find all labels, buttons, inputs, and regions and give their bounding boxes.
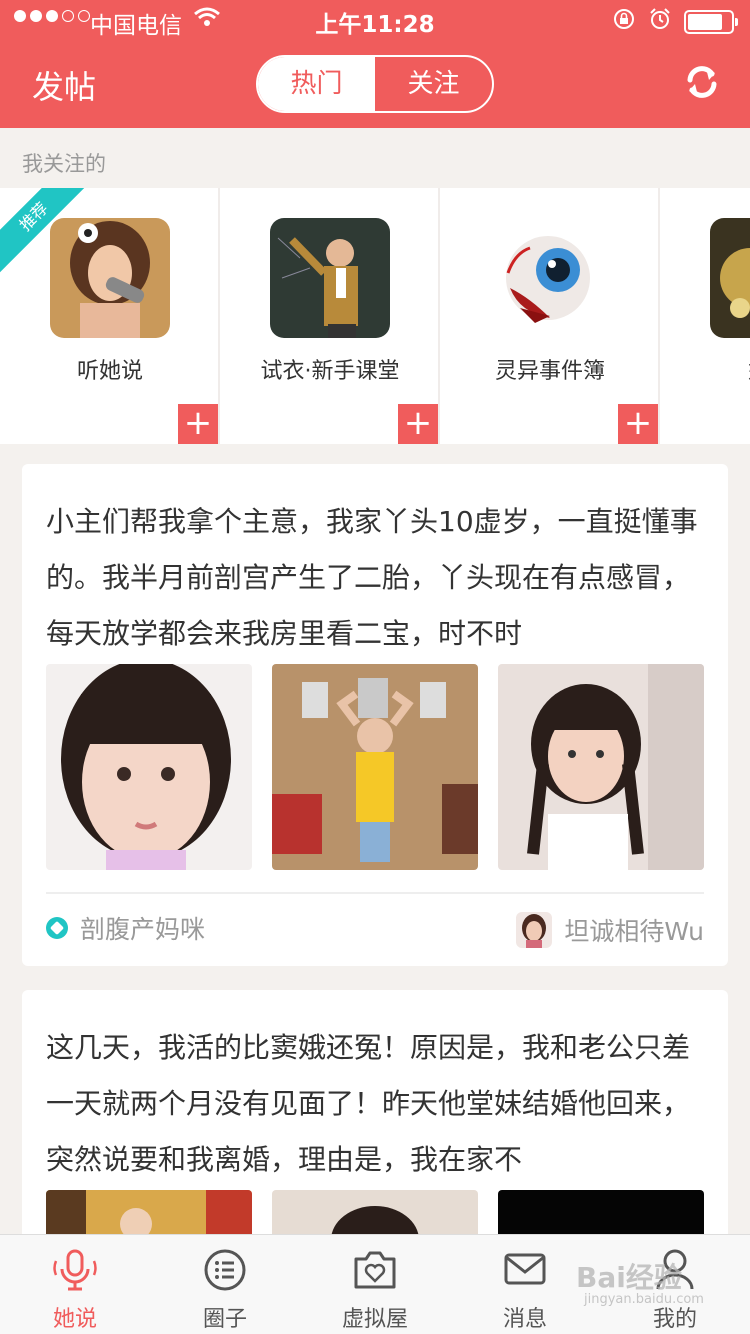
post-tag[interactable]: 剖腹产妈咪 — [46, 910, 205, 946]
post-card[interactable]: 这几天，我活的比窦娥还冤！原因是，我和老公只差一天就两个月没有见面了！昨天他堂妹… — [22, 990, 728, 1334]
refresh-icon[interactable] — [682, 62, 722, 106]
mail-icon — [504, 1253, 546, 1285]
follow-add-button[interactable]: + — [398, 404, 438, 444]
post-button[interactable]: 发帖 — [32, 62, 96, 108]
rotation-lock-icon — [612, 7, 636, 37]
follow-add-button[interactable]: + — [178, 404, 218, 444]
post-images — [46, 664, 704, 870]
tab-virtual-house[interactable]: 虚拟屋 — [300, 1235, 450, 1334]
post-text: 小主们帮我拿个主意，我家丫头10虚岁，一直挺懂事的。我半月前剖宫产生了二胎，丫头… — [46, 505, 698, 650]
circle-avatar — [710, 218, 750, 338]
tab-label: 圈子 — [202, 1307, 247, 1332]
tab-following[interactable]: 关注 — [375, 57, 492, 111]
post-tag-label: 剖腹产妈咪 — [80, 915, 206, 944]
status-bar: 中国电信 上午11:28 — [0, 0, 750, 40]
following-circles: 听她说 + 试衣·新手课堂 + 灵异事件簿 + 婚后 推荐 — [0, 188, 750, 444]
alarm-icon — [648, 7, 672, 37]
circle-avatar — [270, 218, 390, 338]
watermark-text: Bai经验 — [576, 1261, 682, 1294]
card-divider — [46, 892, 704, 894]
feed-segmented-control: 热门 关注 — [256, 55, 494, 113]
circle-name: 听她说 — [76, 359, 143, 384]
tab-label: 她说 — [52, 1307, 97, 1332]
tab-circles[interactable]: 圈子 — [150, 1235, 300, 1334]
circle-avatar — [490, 218, 610, 338]
circle-name: 灵异事件簿 — [494, 359, 605, 384]
battery-icon — [684, 10, 738, 34]
post-image[interactable] — [46, 664, 252, 870]
tab-label: 虚拟屋 — [341, 1307, 408, 1332]
watermark: Bai经验 jingyan.baidu.com — [576, 1256, 704, 1307]
list-icon — [204, 1249, 246, 1291]
post-image[interactable] — [272, 664, 478, 870]
circle-name: 试衣·新手课堂 — [260, 359, 400, 384]
author-avatar — [516, 912, 553, 948]
watermark-url: jingyan.baidu.com — [584, 1292, 704, 1307]
post-image[interactable] — [498, 664, 704, 870]
microphone-icon — [53, 1249, 97, 1291]
tab-tashuo[interactable]: 她说 — [0, 1235, 150, 1334]
circle-card[interactable]: 婚后 — [660, 188, 750, 444]
circle-avatar — [50, 218, 170, 338]
circle-name: 婚后 — [690, 354, 750, 390]
following-section-title: 我关注的 — [22, 152, 106, 176]
post-author-name: 坦诚相待Wu — [564, 917, 704, 946]
circle-card[interactable]: 灵异事件簿 + — [440, 188, 660, 444]
app-header: 中国电信 上午11:28 发帖 热门 关注 — [0, 0, 750, 128]
camera-heart-icon — [354, 1251, 396, 1289]
tab-hot[interactable]: 热门 — [258, 57, 375, 111]
post-card[interactable]: 小主们帮我拿个主意，我家丫头10虚岁，一直挺懂事的。我半月前剖宫产生了二胎，丫头… — [22, 464, 728, 966]
follow-add-button[interactable]: + — [618, 404, 658, 444]
circle-card[interactable]: 试衣·新手课堂 + — [220, 188, 440, 444]
post-text: 这几天，我活的比窦娥还冤！原因是，我和老公只差一天就两个月没有见面了！昨天他堂妹… — [46, 1031, 691, 1176]
post-author[interactable]: 坦诚相待Wu — [516, 912, 704, 948]
tag-icon — [46, 917, 68, 939]
